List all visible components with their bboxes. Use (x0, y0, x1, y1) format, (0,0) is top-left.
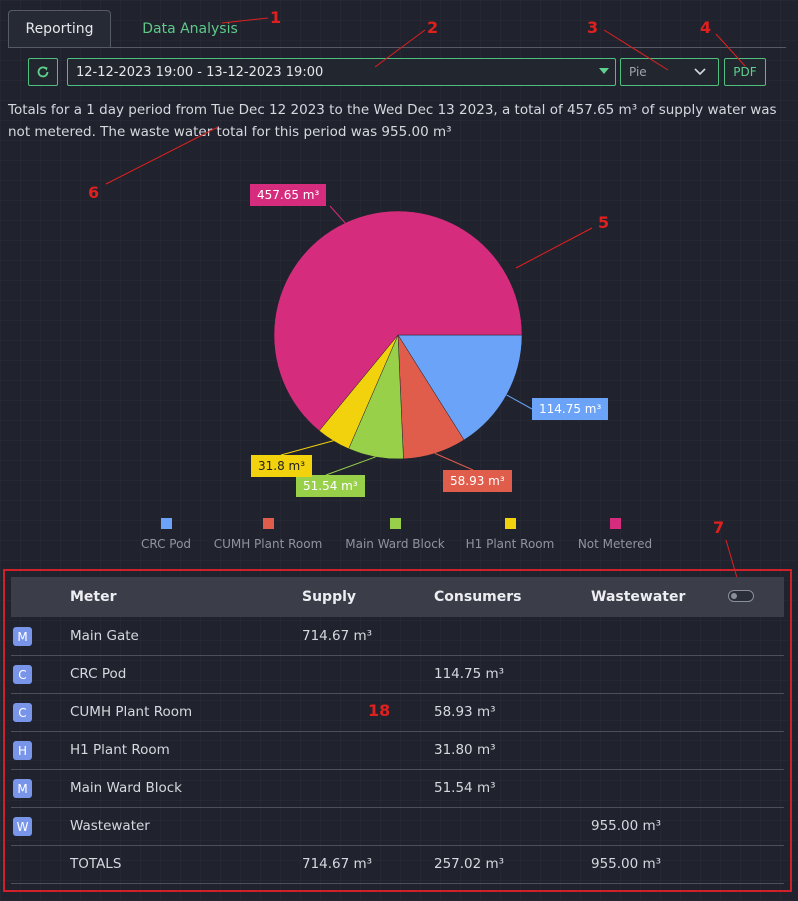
table-row: C CUMH Plant Room 58.93 m³ 18 (11, 693, 784, 732)
table-row: C CRC Pod 114.75 m³ (11, 655, 784, 694)
meter-name: CUMH Plant Room (70, 704, 193, 720)
meter-name: Main Ward Block (70, 780, 182, 796)
header-consumers: Consumers (434, 589, 522, 605)
header-meter: Meter (70, 589, 117, 605)
table-row-totals: TOTALS 714.67 m³ 257.02 m³ 955.00 m³ (11, 845, 784, 884)
meter-type-badge: C (13, 665, 32, 684)
meter-type-badge: M (13, 627, 32, 646)
meter-type-badge: M (13, 779, 32, 798)
wastewater-value: 955.00 m³ (591, 818, 662, 834)
annotation-1: 1 (270, 8, 282, 27)
annotation-2: 2 (427, 18, 439, 37)
meter-type-badge: W (13, 817, 32, 836)
consumers-value: 51.54 m³ (434, 780, 496, 796)
total-consumers: 257.02 m³ (434, 856, 505, 872)
consumers-value: 31.80 m³ (434, 742, 496, 758)
consumers-value: 114.75 m³ (434, 666, 505, 682)
annotation-18: 18 (368, 701, 391, 720)
meter-name: CRC Pod (70, 666, 127, 682)
annotation-6: 6 (88, 183, 100, 202)
supply-value: 714.67 m³ (302, 628, 373, 644)
table-row: W Wastewater 955.00 m³ (11, 807, 784, 846)
annotation-5: 5 (598, 213, 610, 232)
header-wastewater: Wastewater (591, 589, 686, 605)
table-header: Meter Supply Consumers Wastewater (11, 577, 784, 617)
table-toggle-switch[interactable] (728, 590, 754, 602)
meter-table: Meter Supply Consumers Wastewater M Main… (3, 569, 792, 892)
toggle-knob (731, 593, 737, 599)
total-supply: 714.67 m³ (302, 856, 373, 872)
consumers-value: 58.93 m³ (434, 704, 496, 720)
header-supply: Supply (302, 589, 357, 605)
totals-label: TOTALS (70, 856, 122, 872)
annotation-3: 3 (587, 18, 599, 37)
meter-name: H1 Plant Room (70, 742, 170, 758)
meter-name: Main Gate (70, 628, 139, 644)
annotation-4: 4 (700, 18, 712, 37)
table-row: H H1 Plant Room 31.80 m³ (11, 731, 784, 770)
total-wastewater: 955.00 m³ (591, 856, 662, 872)
table-row: M Main Gate 714.67 m³ (11, 617, 784, 656)
meter-type-badge: H (13, 741, 32, 760)
annotation-7: 7 (713, 518, 725, 537)
meter-name: Wastewater (70, 818, 150, 834)
meter-type-badge: C (13, 703, 32, 722)
table-row: M Main Ward Block 51.54 m³ (11, 769, 784, 808)
